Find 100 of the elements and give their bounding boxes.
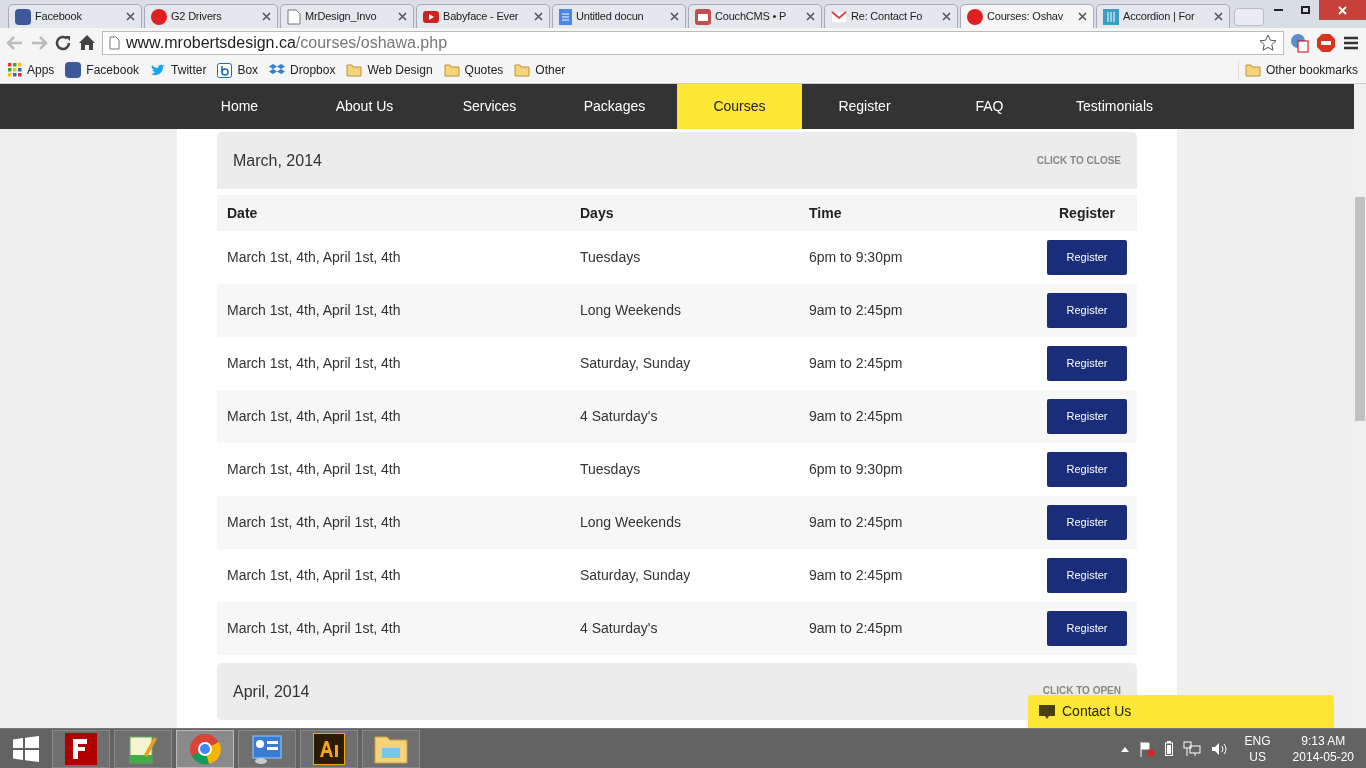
- close-icon[interactable]: [670, 12, 679, 21]
- adblock-icon[interactable]: [1316, 32, 1336, 53]
- table-cell-text: March 1st, 4th, April 1st, 4th: [226, 354, 402, 373]
- speech-bubble-icon: [1038, 703, 1056, 720]
- address-bar[interactable]: www.mrobertsdesign.ca/courses/oshawa.php: [102, 30, 1284, 55]
- close-icon[interactable]: [126, 12, 135, 21]
- browser-tab[interactable]: MrDesign_Invo: [280, 4, 414, 28]
- table-cell-text: 9am to 2:45pm: [809, 619, 904, 638]
- bookmark-item[interactable]: Facebook: [65, 61, 140, 79]
- table-cell-text: Saturday, Sunday: [580, 354, 692, 373]
- month-title: March, 2014: [233, 150, 322, 171]
- table-cell-text: March 1st, 4th, April 1st, 4th: [226, 513, 402, 532]
- document-icon: [287, 8, 301, 25]
- reload-icon[interactable]: [54, 33, 72, 52]
- tab-title: Accordion | For: [1123, 9, 1196, 25]
- mail-icon: [831, 10, 847, 23]
- accordion-header[interactable]: March, 2014 CLICK TO CLOSE: [217, 132, 1137, 189]
- browser-tab[interactable]: CouchCMS • P: [688, 4, 822, 28]
- taskbar-app-button[interactable]: [52, 729, 110, 768]
- nav-link[interactable]: FAQ: [927, 84, 1052, 129]
- language-indicator[interactable]: ENG US: [1238, 732, 1277, 765]
- close-icon[interactable]: [534, 12, 543, 21]
- folder-icon: [374, 733, 408, 764]
- facebook-icon: [65, 62, 82, 78]
- taskbar-app-button[interactable]: [300, 729, 358, 768]
- close-icon[interactable]: [806, 12, 815, 21]
- taskbar-app-button[interactable]: [114, 729, 172, 768]
- scrollbar-thumb[interactable]: [1355, 197, 1365, 421]
- table-cell-text: Tuesdays: [580, 460, 642, 479]
- tab-title: Facebook: [35, 9, 83, 25]
- column-header: Days: [580, 203, 615, 223]
- bookmark-item[interactable]: Box: [217, 61, 259, 79]
- tab-title: Untitled docun: [576, 9, 645, 25]
- taskbar-app-button[interactable]: [362, 729, 420, 768]
- register-button[interactable]: Register: [1047, 399, 1127, 434]
- folder-icon: [443, 63, 460, 77]
- bookmark-item[interactable]: Dropbox: [269, 61, 336, 79]
- nav-link[interactable]: Testimonials: [1052, 84, 1177, 129]
- bookmark-item[interactable]: Quotes: [443, 61, 504, 79]
- star-icon[interactable]: [1259, 33, 1277, 52]
- nav-link[interactable]: Packages: [552, 84, 677, 129]
- box-logo-icon: [217, 62, 233, 78]
- nav-link[interactable]: Courses: [677, 84, 802, 129]
- network-icon[interactable]: [1182, 740, 1201, 757]
- folder-icon: [1244, 63, 1261, 77]
- bookmark-item[interactable]: Twitter: [150, 61, 207, 79]
- tab-title: MrDesign_Invo: [305, 9, 378, 25]
- table-cell-text: 4 Saturday's: [580, 407, 659, 426]
- nav-link[interactable]: Register: [802, 84, 927, 129]
- browser-tab[interactable]: Courses: Oshav: [960, 4, 1094, 28]
- close-icon[interactable]: [1214, 12, 1223, 21]
- register-button[interactable]: Register: [1047, 558, 1127, 593]
- close-icon: [1338, 5, 1347, 15]
- bookmark-item[interactable]: Apps: [8, 61, 55, 79]
- flag-icon[interactable]: [1138, 740, 1155, 757]
- close-icon[interactable]: [398, 12, 407, 21]
- speaker-icon[interactable]: [1210, 741, 1229, 756]
- register-button[interactable]: Register: [1047, 240, 1127, 275]
- control-panel-icon: [251, 732, 283, 765]
- table-cell-text: 4 Saturday's: [580, 619, 659, 638]
- register-button[interactable]: Register: [1047, 611, 1127, 646]
- table-cell-text: Long Weekends: [580, 301, 682, 320]
- up-arrow-icon[interactable]: [1120, 745, 1129, 752]
- apps-grid-icon: [8, 63, 22, 77]
- browser-tab[interactable]: G2 Drivers: [144, 4, 278, 28]
- taskbar-app-button[interactable]: [176, 729, 234, 768]
- nav-link[interactable]: Home: [177, 84, 302, 129]
- browser-tab[interactable]: Untitled docun: [552, 4, 686, 28]
- table-cell-text: Long Weekends: [580, 513, 682, 532]
- home-icon[interactable]: [78, 34, 96, 51]
- table-cell-text: March 1st, 4th, April 1st, 4th: [226, 301, 402, 320]
- register-button[interactable]: Register: [1047, 346, 1127, 381]
- menu-icon[interactable]: [1342, 34, 1360, 51]
- dropbox-icon: [269, 63, 286, 77]
- table-cell-text: 9am to 2:45pm: [809, 301, 904, 320]
- register-button[interactable]: Register: [1047, 452, 1127, 487]
- close-icon[interactable]: [942, 12, 951, 21]
- close-button[interactable]: [1319, 0, 1366, 20]
- folder-icon: [346, 63, 363, 77]
- bookmark-item[interactable]: Web Design: [346, 61, 433, 79]
- clock[interactable]: 9:13 AM 2014-05-20: [1286, 732, 1354, 765]
- battery-icon[interactable]: [1164, 741, 1173, 756]
- close-icon[interactable]: [1078, 12, 1087, 21]
- nav-link[interactable]: About Us: [302, 84, 427, 129]
- bookmark-item[interactable]: Other bookmarks: [1237, 61, 1358, 79]
- table-cell-text: March 1st, 4th, April 1st, 4th: [226, 566, 402, 585]
- bookmark-item[interactable]: Other: [514, 61, 566, 79]
- illustrator-icon: [313, 732, 345, 765]
- browser-tab[interactable]: Babyface - Ever: [416, 4, 550, 28]
- browser-tab[interactable]: Re: Contact Fo: [824, 4, 958, 28]
- close-icon[interactable]: [262, 12, 271, 21]
- taskbar-app-button[interactable]: [238, 729, 296, 768]
- tab-title: Courses: Oshav: [987, 9, 1065, 25]
- browser-tab[interactable]: Accordion | For: [1096, 4, 1230, 28]
- table-cell-text: March 1st, 4th, April 1st, 4th: [226, 619, 402, 638]
- nav-link[interactable]: Services: [427, 84, 552, 129]
- browser-tab[interactable]: Facebook: [8, 4, 142, 28]
- contact-us-tab[interactable]: Contact Us: [1028, 695, 1334, 728]
- register-button[interactable]: Register: [1047, 505, 1127, 540]
- register-button[interactable]: Register: [1047, 293, 1127, 328]
